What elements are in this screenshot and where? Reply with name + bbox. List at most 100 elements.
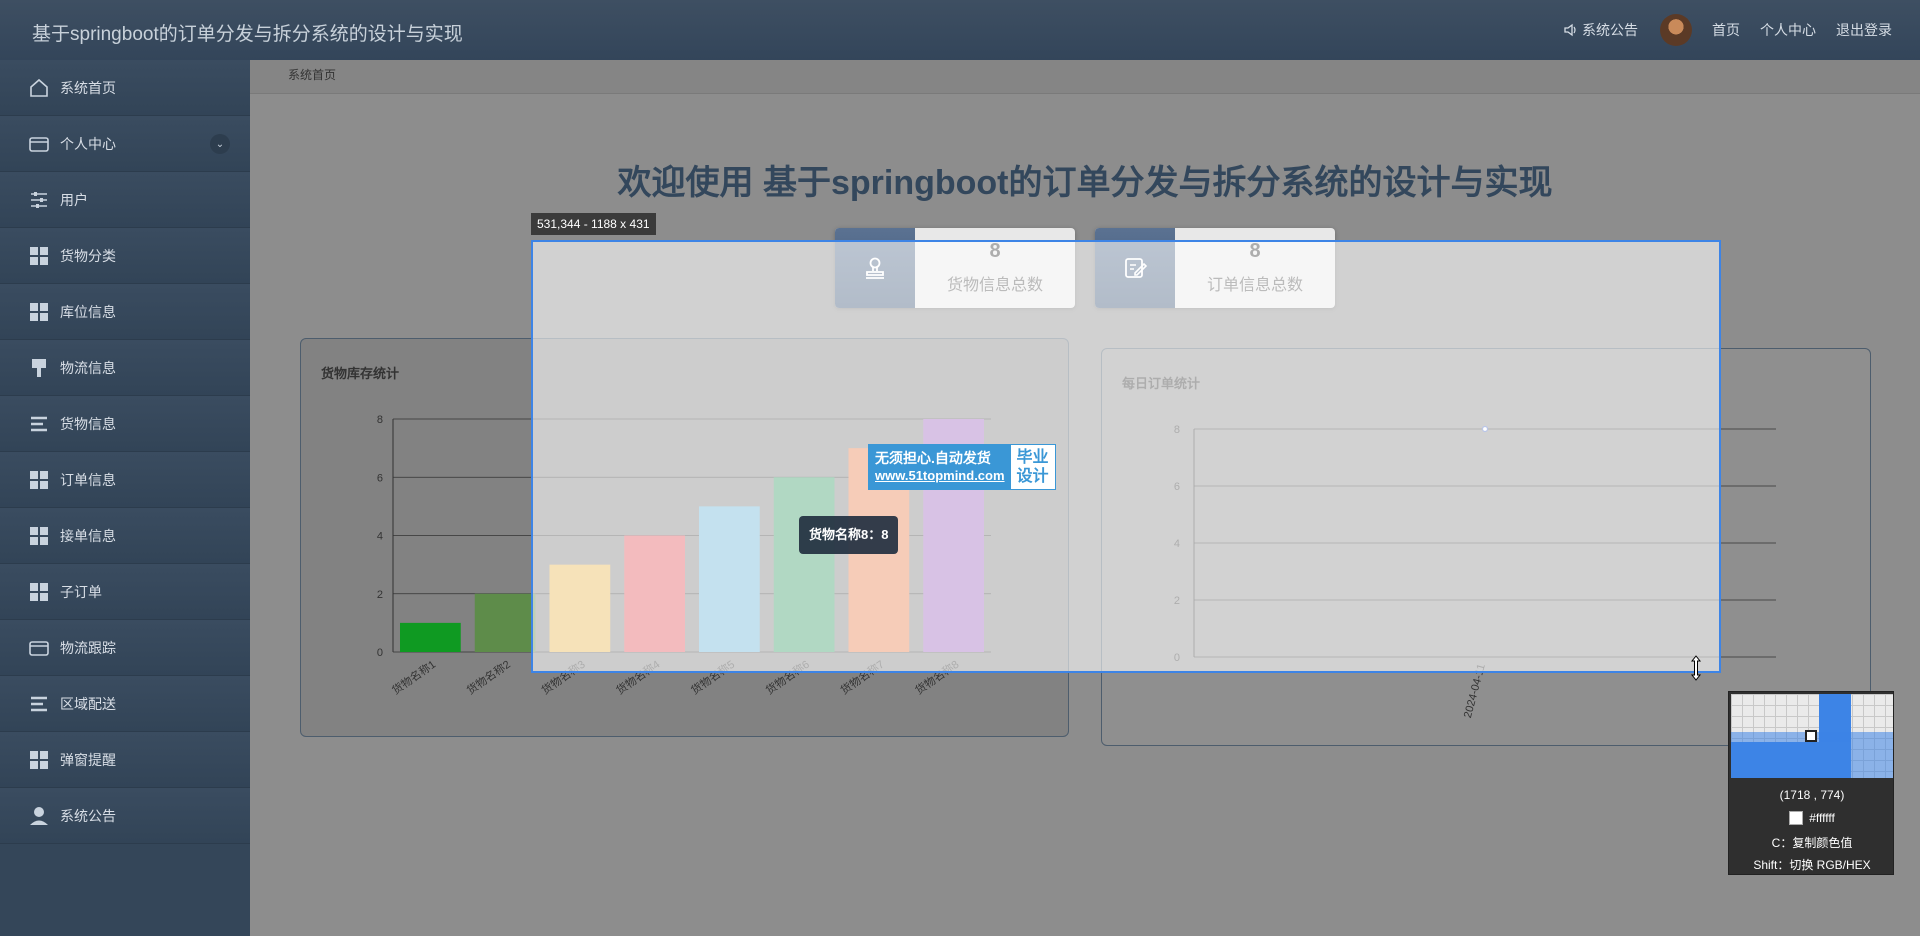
top-nav: 系统公告 首页 个人中心 退出登录 xyxy=(1544,14,1892,46)
page-title: 欢迎使用 基于springboot的订单分发与拆分系统的设计与实现 xyxy=(617,164,1553,202)
grid-icon xyxy=(28,581,50,603)
line-chart-ytick: 8 xyxy=(1174,424,1180,436)
bar-chart-ytick: 0 xyxy=(377,647,383,659)
order-count-card: 8 订单信息总数 xyxy=(1095,228,1335,308)
bar-chart-ytick: 8 xyxy=(377,414,383,426)
grid-icon xyxy=(28,245,50,267)
chevron-down-icon[interactable]: ⌄ xyxy=(210,134,230,154)
bar-chart-bar xyxy=(474,593,536,652)
order-count-label: 订单信息总数 xyxy=(1206,277,1303,294)
sidebar-item-12[interactable]: 弹窗提醒 xyxy=(0,732,250,788)
line-chart-point xyxy=(1481,425,1489,433)
sidebar-item-9[interactable]: 子订单 xyxy=(0,564,250,620)
order-count-value: 8 xyxy=(1249,240,1261,262)
color-picker-magnifier: (1718 , 774) #ffffff C：复制颜色值 Shift：切换 RG… xyxy=(1728,691,1894,875)
sliders-icon xyxy=(28,189,50,211)
selection-size-label: 531,344 - 1188 x 431 xyxy=(531,213,656,235)
sidebar-item-0[interactable]: 系统首页 xyxy=(0,60,250,116)
line-chart-ytick: 0 xyxy=(1174,652,1180,664)
sidebar-item-3[interactable]: 货物分类 xyxy=(0,228,250,284)
notice-link[interactable]: 系统公告 xyxy=(1564,20,1638,40)
goods-count-card: 8 货物信息总数 xyxy=(835,228,1075,308)
avatar[interactable] xyxy=(1660,14,1692,46)
color-swatch xyxy=(1789,811,1804,825)
grid-icon xyxy=(28,749,50,771)
bar-chart-xtick: 货物名称2 xyxy=(464,657,513,697)
breadcrumb[interactable]: 系统首页 xyxy=(250,60,1920,94)
app-title: 基于springboot的订单分发与拆分系统的设计与实现 xyxy=(32,24,463,45)
watermark-badge: 无须担心.自动发货 www.51topmind.com 毕业 设计 xyxy=(868,444,1056,490)
watermark-right2: 设计 xyxy=(1016,468,1049,485)
sidebar-item-label: 物流信息 xyxy=(60,359,116,376)
profile-link[interactable]: 个人中心 xyxy=(1760,20,1816,40)
bar-chart-ytick: 4 xyxy=(377,531,383,543)
bar-chart-ytick: 6 xyxy=(377,472,383,484)
bar-chart-xtick: 货物名称5 xyxy=(688,657,737,697)
sidebar-item-7[interactable]: 订单信息 xyxy=(0,452,250,508)
logout-link[interactable]: 退出登录 xyxy=(1836,20,1892,40)
sidebar-item-label: 货物分类 xyxy=(60,247,116,264)
home-link[interactable]: 首页 xyxy=(1712,20,1740,40)
watermark-line2: www.51topmind.com xyxy=(875,468,1005,483)
line-chart-ytick: 4 xyxy=(1174,538,1180,550)
bar-chart-xtick: 货物名称8 xyxy=(912,657,961,697)
sidebar-item-label: 弹窗提醒 xyxy=(60,751,116,768)
bar-chart-xtick: 货物名称6 xyxy=(763,657,812,697)
home-icon xyxy=(28,77,50,99)
user-icon xyxy=(28,805,50,827)
sidebar: 系统首页个人中心 ⌄ 用户货物分类库位信息物流信息货物信息订单信息接单信息子订单物流… xyxy=(0,60,250,936)
sidebar-item-10[interactable]: 物流跟踪 xyxy=(0,620,250,676)
line-chart-xtick: 2024-04-11 xyxy=(1462,663,1488,720)
bar-chart-ytick: 2 xyxy=(377,589,383,601)
line-chart-ytick: 6 xyxy=(1174,481,1180,493)
edit-icon xyxy=(1095,228,1175,308)
sidebar-item-8[interactable]: 接单信息 xyxy=(0,508,250,564)
sidebar-item-label: 用户 xyxy=(60,191,88,208)
sidebar-item-label: 物流跟踪 xyxy=(60,639,116,656)
notice-label: 系统公告 xyxy=(1582,22,1638,38)
bar-chart-xtick: 货物名称7 xyxy=(838,657,887,697)
main-content: 系统首页 欢迎使用 基于springboot的订单分发与拆分系统的设计与实现 8… xyxy=(250,60,1920,936)
sidebar-item-label: 个人中心 xyxy=(60,135,116,152)
top-header: 基于springboot的订单分发与拆分系统的设计与实现 系统公告 首页 个人中… xyxy=(0,0,1920,60)
copy-hint: C：复制颜色值 xyxy=(1771,836,1853,850)
list-icon xyxy=(28,413,50,435)
bar-chart-bar xyxy=(773,477,835,652)
stamp-icon xyxy=(835,228,915,308)
sidebar-item-label: 接单信息 xyxy=(60,527,116,544)
sidebar-item-label: 系统公告 xyxy=(60,807,116,824)
bar-chart: 0 2 4 6 8 货物名称1 货物名称2 货物名称3 货物名称4 货物名称5 货物名称6 货物名称7… xyxy=(377,414,991,697)
line-chart: 0 2 4 6 8 2024-04-11 xyxy=(1174,424,1776,720)
wallet-icon xyxy=(28,637,50,659)
magnifier-grid xyxy=(1731,694,1893,778)
grid-icon xyxy=(28,469,50,491)
bar-chart-bar xyxy=(699,506,760,652)
sidebar-item-label: 区域配送 xyxy=(60,695,116,712)
bar-chart-bar xyxy=(549,564,611,652)
list-icon xyxy=(28,693,50,715)
sidebar-item-2[interactable]: 用户 xyxy=(0,172,250,228)
sidebar-item-5[interactable]: 物流信息 xyxy=(0,340,250,396)
sidebar-item-label: 子订单 xyxy=(60,583,102,600)
sidebar-item-label: 库位信息 xyxy=(60,303,116,320)
watermark-right1: 毕业 xyxy=(1016,449,1049,466)
resize-cursor-icon xyxy=(1690,655,1702,681)
sidebar-item-13[interactable]: 系统公告 xyxy=(0,788,250,844)
watermark-line1: 无须担心.自动发货 xyxy=(875,450,991,466)
bar-chart-bar xyxy=(624,535,685,652)
sidebar-item-11[interactable]: 区域配送 xyxy=(0,676,250,732)
line-chart-panel: 每日订单统计 0 2 4 6 8 2024-04-11 xyxy=(1101,348,1871,746)
bar-chart-xtick: 货物名称4 xyxy=(613,657,662,697)
sidebar-item-6[interactable]: 货物信息 xyxy=(0,396,250,452)
sidebar-item-1[interactable]: 个人中心 ⌄ xyxy=(0,116,250,172)
brush-icon xyxy=(28,357,50,379)
sidebar-item-4[interactable]: 库位信息 xyxy=(0,284,250,340)
grid-icon xyxy=(28,525,50,547)
bar-chart-xtick: 货物名称1 xyxy=(389,657,438,697)
bar-chart-bar xyxy=(400,622,461,652)
bar-chart-panel: 货物库存统计 0 2 4 6 8 货物名称1 货物名称2 货物名称3 货物名称4 货物名称5 货物名… xyxy=(300,338,1069,737)
wallet-icon xyxy=(28,133,50,155)
sidebar-item-label: 订单信息 xyxy=(60,471,116,488)
color-value: #ffffff xyxy=(1809,811,1835,825)
goods-count-value: 8 xyxy=(989,240,1001,262)
